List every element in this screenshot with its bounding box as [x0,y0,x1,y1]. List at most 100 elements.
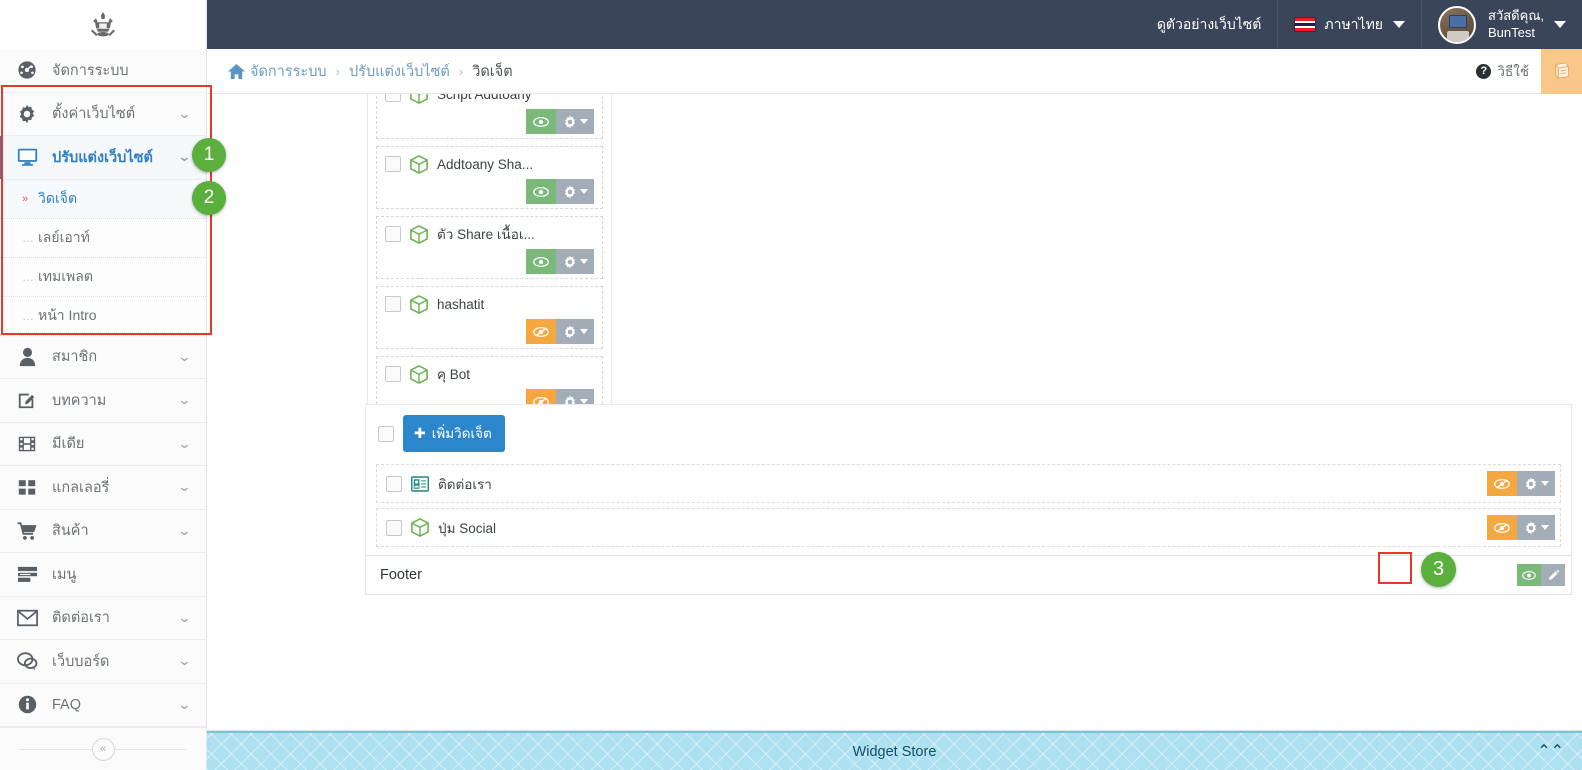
sidebar-item-2[interactable]: ปรับแต่งเว็บไซต์ ⌄ [0,136,206,180]
user-icon [14,347,40,367]
chevron-down-icon[interactable]: ⌄ [177,436,191,452]
sidebar-item-9[interactable]: ติดต่อเรา ⌄ [0,596,206,640]
sidebar-item-0[interactable]: จัดการระบบ [0,49,206,93]
header-right-controls: ดูตัวอย่างเว็บไซต์ ภาษาไทย สวัสดีคุณ, Bu… [1141,0,1582,49]
sidebar-item-10[interactable]: เว็บบอร์ด ⌄ [0,640,206,684]
sidebar-item-3[interactable]: สมาชิก ⌄ [0,335,206,379]
sidebar-item-7[interactable]: สินค้า ⌄ [0,509,206,553]
sidebar-subitem-label: หน้า Intro [38,306,97,323]
widget-list-item[interactable]: Addtoany Sha... [376,146,603,209]
sidebar: จัดการระบบ ตั้งค่าเว็บไซต์ ⌄ ปรับแต่งเว็… [0,49,207,770]
widget-name: ติดต่อเรา [438,476,492,492]
widget-checkbox[interactable] [385,94,401,102]
chevron-down-icon[interactable]: ⌄ [177,523,191,539]
annotation-badge-1: 1 [192,138,226,172]
logo-zone[interactable] [0,0,207,49]
widget-checkbox[interactable] [385,226,401,242]
widget-settings-button[interactable] [1517,515,1555,540]
widget-checkbox[interactable] [386,475,402,492]
sidebar-item-8[interactable]: เมนู [0,553,206,597]
widget-checkbox[interactable] [385,296,401,312]
breadcrumb-item-0[interactable]: จัดการระบบ [250,60,327,83]
eye-slash-icon[interactable] [526,319,556,344]
greeting-line-2: BunTest [1488,24,1535,40]
chevron-down-icon[interactable]: ⌄ [177,106,191,122]
add-widget-row: ✚ เพิ่มวิดเจ็ต [376,413,1561,462]
question-mark-icon: ? [1476,63,1492,79]
breadcrumb-item-2: วิดเจ็ต [472,63,513,80]
chevron-down-icon[interactable]: ⌄ [177,697,191,713]
widget-list-item[interactable]: ตัว Share เนื้อเ... [376,216,603,279]
footer-edit-pencil-icon[interactable] [1541,564,1565,586]
breadcrumb-item-1[interactable]: ปรับแต่งเว็บไซต์ [349,60,450,83]
dash-marker-icon: … [22,269,34,284]
how-to-use-link[interactable]: ? วิธีใช้ [1476,49,1541,94]
sidebar-item-label: สมาชิก [52,349,98,366]
sidebar-item-11[interactable]: FAQ ⌄ [0,683,206,727]
arrow-marker-icon: » [22,192,29,205]
widget-checkbox[interactable] [385,156,401,172]
language-selector[interactable]: ภาษาไทย [1277,0,1421,49]
double-chevron-up-icon[interactable]: ⌃⌃ [1537,743,1564,760]
widget-settings-button[interactable] [556,319,594,344]
caret-down-icon [1541,481,1549,486]
widget-settings-button[interactable] [556,179,594,204]
sidebar-item-label: ปรับแต่งเว็บไซต์ [52,149,153,166]
chevron-down-icon[interactable]: ⌄ [177,349,191,365]
widget-area-row[interactable]: ปุ่ม Social [376,508,1561,547]
sidebar-item-6[interactable]: แกลเลอรี่ ⌄ [0,466,206,510]
sidebar-subitem-2[interactable]: … เทมเพลต [0,257,206,297]
widget-list-item[interactable]: Script Addtoany [376,94,603,139]
widget-item-actions [385,249,594,274]
sidebar-subitem-3[interactable]: … หน้า Intro [0,296,206,336]
widget-area-row[interactable]: ติดต่อเรา [376,464,1561,503]
widget-list-item[interactable]: hashatit [376,286,603,349]
green-cube-icon [410,94,428,104]
eye-slash-icon[interactable] [1487,515,1517,540]
widget-name: ปุ่ม Social [438,520,496,536]
widget-checkbox[interactable] [386,519,402,536]
manual-book-button[interactable] [1541,48,1582,94]
preview-site-link[interactable]: ดูตัวอย่างเว็บไซต์ [1141,0,1278,49]
caret-down-icon [580,119,588,124]
sidebar-item-label: เว็บบอร์ด [52,653,110,670]
chevron-down-icon[interactable]: ⌄ [177,392,191,408]
user-menu[interactable]: สวัสดีคุณ, BunTest [1421,0,1582,49]
chevron-down-icon[interactable]: ⌄ [177,149,191,165]
sidebar-item-1[interactable]: ตั้งค่าเว็บไซต์ ⌄ [0,92,206,136]
sidebar-subitem-1[interactable]: … เลย์เอาท์ [0,218,206,258]
widget-rows: Script Addtoany Addtoany Sha... ตัว Shar… [376,94,603,419]
eye-icon[interactable] [526,179,556,204]
add-widget-button[interactable]: ✚ เพิ่มวิดเจ็ต [403,415,505,452]
eye-icon[interactable] [526,249,556,274]
select-all-checkbox[interactable] [378,425,394,442]
widget-settings-button[interactable] [1517,471,1555,496]
chevron-down-icon[interactable]: ⌄ [177,610,191,626]
widget-settings-button[interactable] [556,109,594,134]
widget-item-header: ตัว Share เนื้อเ... [385,223,594,245]
widget-store-bar[interactable]: Widget Store ⌃⌃ [207,731,1582,770]
sidebar-subitem-0[interactable]: » วิดเจ็ต [0,179,206,219]
widget-name: hashatit [437,296,485,312]
widget-item-actions [385,179,594,204]
footer-eye-icon[interactable] [1517,564,1541,586]
dashboard-icon [14,60,40,80]
main-content: Script Addtoany Addtoany Sha... ตัว Shar… [207,94,1582,731]
eye-icon[interactable] [526,109,556,134]
sidebar-item-4[interactable]: บทความ ⌄ [0,379,206,423]
chevron-down-icon[interactable]: ⌄ [177,479,191,495]
eye-slash-icon[interactable] [1487,471,1517,496]
chevron-down-icon[interactable]: ⌄ [177,653,191,669]
sidebar-nav: จัดการระบบ ตั้งค่าเว็บไซต์ ⌄ ปรับแต่งเว็… [0,49,206,727]
widget-checkbox[interactable] [385,366,401,382]
sidebar-item-5[interactable]: มีเดีย ⌄ [0,422,206,466]
widget-item-actions [385,319,594,344]
sidebar-item-label: FAQ [52,696,82,713]
avatar [1438,5,1477,44]
widget-settings-button[interactable] [556,249,594,274]
film-icon [14,434,40,454]
double-chevron-left-icon[interactable]: « [91,737,115,761]
edit-square-icon [14,390,40,410]
crown-emblem-logo [91,11,115,36]
home-icon[interactable] [227,63,246,80]
